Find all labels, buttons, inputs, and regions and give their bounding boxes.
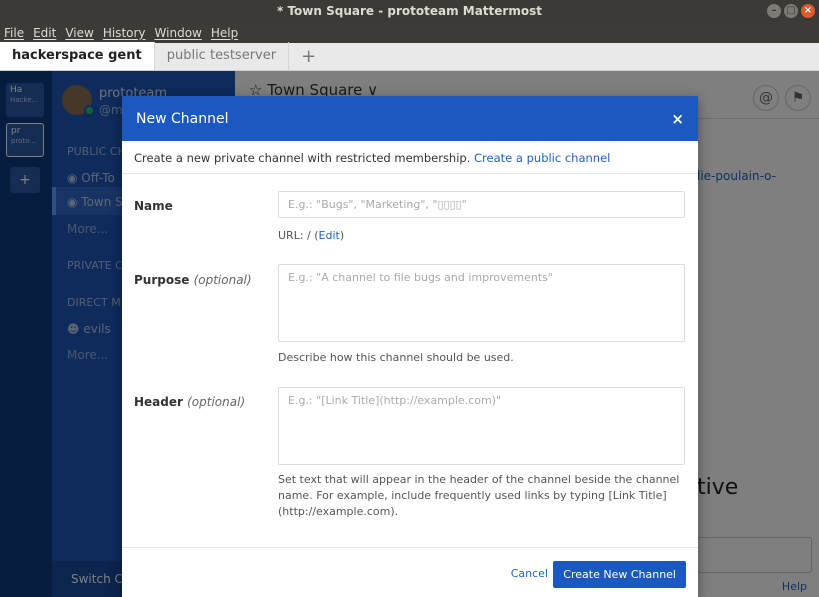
window-controls: – □ × xyxy=(767,4,815,18)
menu-file[interactable]: File xyxy=(4,26,24,40)
create-public-channel-link[interactable]: Create a public channel xyxy=(474,151,610,165)
modal-title: New Channel xyxy=(136,110,229,127)
name-label: Name xyxy=(134,199,173,213)
optional-note: (optional) xyxy=(193,273,252,287)
url-text: URL: / (Edit) xyxy=(278,229,345,242)
menu-window[interactable]: Window xyxy=(155,26,202,40)
server-tabs: hackerspace gent public testserver + xyxy=(0,42,819,71)
menu-history[interactable]: History xyxy=(103,26,146,40)
modal-header: New Channel × xyxy=(122,96,698,141)
purpose-input[interactable] xyxy=(278,264,685,342)
menu-view[interactable]: View xyxy=(65,26,93,40)
optional-note: (optional) xyxy=(187,395,246,409)
server-tab-public-testserver[interactable]: public testserver xyxy=(155,42,290,70)
purpose-label: Purpose (optional) xyxy=(134,273,252,287)
add-server-button[interactable]: + xyxy=(289,43,328,70)
url-edit-link[interactable]: Edit xyxy=(319,229,340,242)
new-channel-modal: New Channel × Create a new private chann… xyxy=(122,96,698,597)
menu-help[interactable]: Help xyxy=(211,26,238,40)
create-new-channel-button[interactable]: Create New Channel xyxy=(553,561,686,588)
header-help: Set text that will appear in the header … xyxy=(278,473,680,518)
header-input[interactable] xyxy=(278,387,685,465)
cancel-button[interactable]: Cancel xyxy=(511,567,548,580)
menu-edit[interactable]: Edit xyxy=(33,26,56,40)
purpose-help: Describe how this channel should be used… xyxy=(278,351,514,364)
minimize-button[interactable]: – xyxy=(767,4,781,18)
server-tab-hackerspace-gent[interactable]: hackerspace gent xyxy=(0,42,155,70)
header-label: Header (optional) xyxy=(134,395,246,409)
name-input[interactable] xyxy=(278,191,685,218)
close-icon[interactable]: × xyxy=(671,110,684,128)
menu-bar: File Edit View History Window Help xyxy=(0,22,819,43)
modal-footer: Cancel Create New Channel xyxy=(122,547,698,597)
modal-intro: Create a new private channel with restri… xyxy=(122,141,698,174)
window-titlebar: * Town Square - prototeam Mattermost – □… xyxy=(0,0,819,22)
maximize-button[interactable]: □ xyxy=(784,4,798,18)
window-title: * Town Square - prototeam Mattermost xyxy=(277,4,542,18)
close-window-button[interactable]: × xyxy=(801,4,815,18)
intro-text: Create a new private channel with restri… xyxy=(134,151,471,165)
